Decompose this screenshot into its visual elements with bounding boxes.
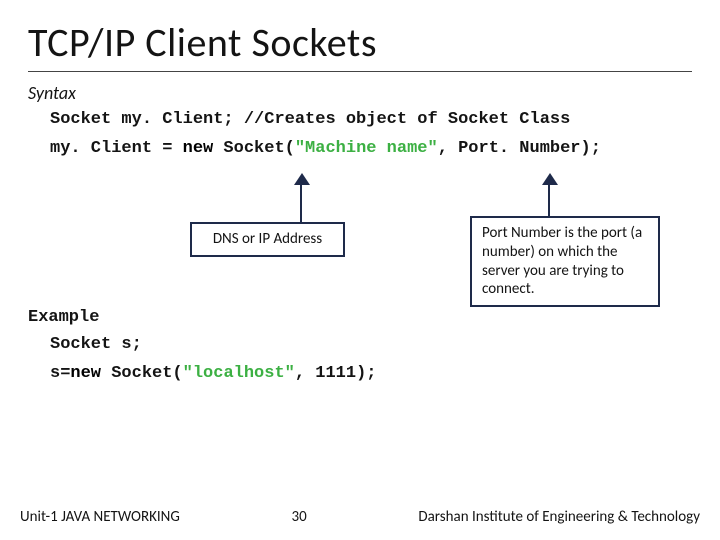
- callout-dns: DNS or IP Address: [190, 222, 345, 257]
- code-text: Socket(: [213, 139, 295, 158]
- syntax-heading: Syntax: [28, 82, 692, 104]
- code-text: , 1111);: [295, 364, 377, 383]
- keyword-new: new: [70, 364, 101, 383]
- arrow-head-icon: [542, 173, 558, 185]
- footer-institute: Darshan Institute of Engineering & Techn…: [418, 508, 700, 526]
- code-text: s=: [50, 364, 70, 383]
- callout-port: Port Number is the port (a number) on wh…: [470, 216, 660, 307]
- page-title: TCP/IP Client Sockets: [28, 18, 692, 72]
- footer: Unit-1 JAVA NETWORKING 30 Darshan Instit…: [0, 508, 720, 526]
- example-line-1: Socket s;: [50, 335, 692, 354]
- arrow-head-icon: [294, 173, 310, 185]
- keyword-new: new: [183, 139, 214, 158]
- code-text: my. Client =: [50, 139, 183, 158]
- code-line-1: Socket my. Client; //Creates object of S…: [50, 110, 692, 129]
- code-text: Socket my. Client;: [50, 110, 244, 129]
- code-line-2: my. Client = new Socket("Machine name", …: [50, 139, 692, 158]
- code-text: Socket(: [101, 364, 183, 383]
- string-literal: "localhost": [183, 364, 295, 383]
- string-literal: "Machine name": [295, 139, 438, 158]
- example-heading: Example: [28, 308, 692, 327]
- slide-number: 30: [180, 508, 419, 526]
- example-line-2: s=new Socket("localhost", 1111);: [50, 364, 692, 383]
- footer-unit: Unit-1 JAVA NETWORKING: [20, 508, 180, 526]
- code-comment: //Creates object of Socket Class: [244, 110, 570, 129]
- code-text: , Port. Number);: [438, 139, 601, 158]
